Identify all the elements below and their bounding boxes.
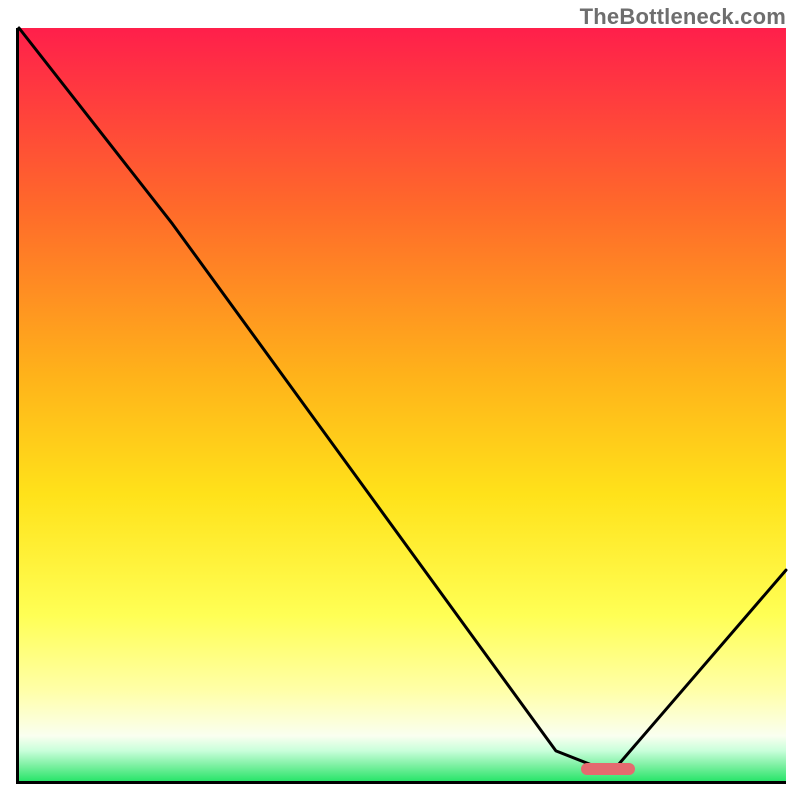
watermark-label: TheBottleneck.com [580,4,786,30]
chart-plot-area [16,28,786,784]
chart-line-series [19,28,786,781]
highlight-marker [581,763,635,775]
